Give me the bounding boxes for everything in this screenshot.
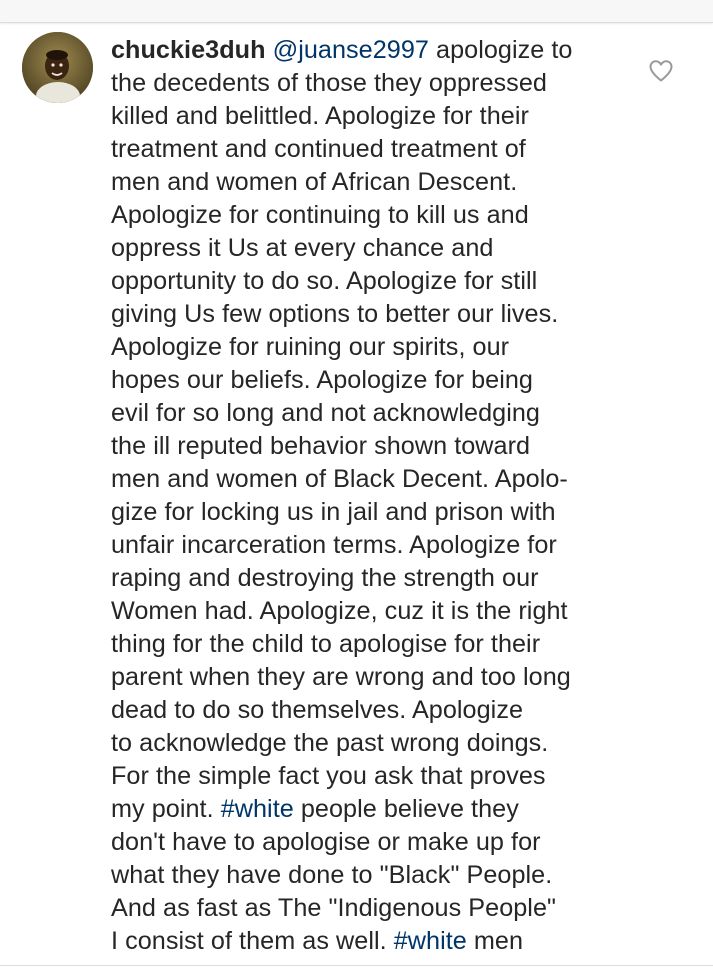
comment-line: For the simple fact you ask that proves — [111, 762, 546, 790]
comment-username[interactable]: chuckie3duh — [111, 36, 266, 64]
avatar[interactable] — [22, 32, 93, 103]
comment-line: chuckie3duh @juanse2997 apologize to — [111, 36, 573, 64]
top-bar — [0, 0, 713, 23]
comment-line: unfair incarceration terms. Apologize fo… — [111, 531, 557, 559]
comment-line: my point. #white people believe they — [111, 795, 519, 823]
hashtag-link[interactable]: #white — [394, 927, 467, 955]
comment-line: parent when they are wrong and too long — [111, 663, 571, 691]
comment-line: Apologize for continuing to kill us and — [111, 201, 529, 229]
comment-line: gize for locking us in jail and prison w… — [111, 498, 556, 526]
comment-line: killed and belittled. Apologize for thei… — [111, 102, 529, 130]
comment-line: treatment and continued treatment of — [111, 135, 526, 163]
comment-line: men and women of African Descent. — [111, 168, 518, 196]
avatar-photo — [22, 32, 93, 103]
comment-line: raping and destroying the strength our — [111, 564, 539, 592]
comment-line: the ill reputed behavior shown toward — [111, 432, 531, 460]
comment-line: Women had. Apologize, cuz it is the righ… — [111, 597, 568, 625]
comment-line: the decedents of those they oppressed — [111, 69, 547, 97]
comment-item: chuckie3duh @juanse2997 apologize to the… — [0, 23, 713, 965]
comment-line: what they have done to "Black" People. — [111, 861, 553, 889]
comment-line: giving Us few options to better our live… — [111, 300, 559, 328]
comment-line: Apologize for ruining our spirits, our — [111, 333, 510, 361]
comment-line: hopes our beliefs. Apologize for being — [111, 366, 533, 394]
comment-text: chuckie3duh @juanse2997 apologize to the… — [111, 34, 626, 958]
heart-outline-icon[interactable] — [648, 59, 674, 83]
comment-line: to acknowledge the past wrong doings. — [111, 729, 549, 757]
mention-link[interactable]: @juanse2997 — [273, 36, 429, 64]
comment-line: opportunity to do so. Apologize for stil… — [111, 267, 538, 295]
comment-line: men and women of Black Decent. Apolo- — [111, 465, 568, 493]
bottom-strip — [0, 966, 713, 973]
comment-line: dead to do so themselves. Apologize — [111, 696, 524, 724]
comment-line: I consist of them as well. #white men — [111, 927, 524, 955]
comment-line: thing for the child to apologise for the… — [111, 630, 541, 658]
hashtag-link[interactable]: #white — [221, 795, 294, 823]
comment-line: evil for so long and not acknowledging — [111, 399, 540, 427]
comment-line: And as fast as The "Indigenous People" — [111, 894, 557, 922]
comment-line: oppress it Us at every chance and — [111, 234, 494, 262]
comment-line: don't have to apologise or make up for — [111, 828, 541, 856]
